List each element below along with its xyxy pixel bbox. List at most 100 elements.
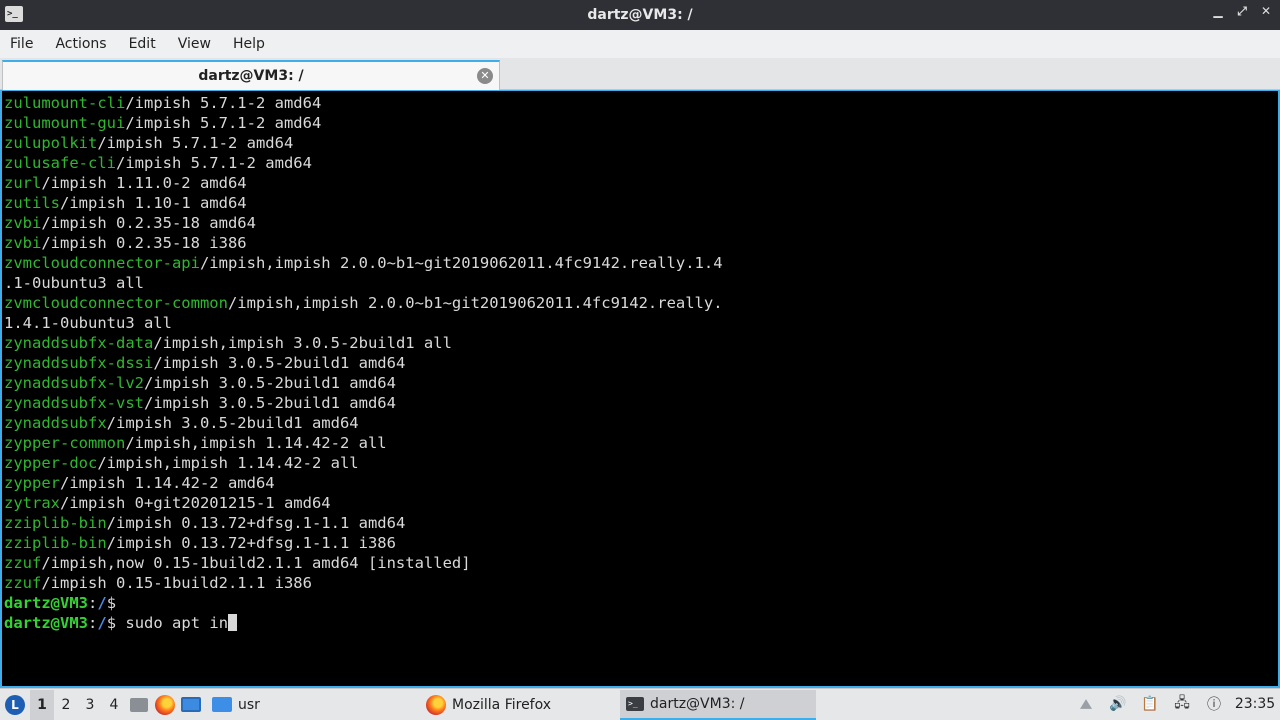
package-details: /impish 5.7.1-2 amd64 <box>97 134 294 152</box>
task-usr[interactable]: usr <box>206 690 396 720</box>
prompt-separator: : <box>88 614 98 632</box>
package-details: /impish 5.7.1-2 amd64 <box>115 154 312 172</box>
package-name: zynaddsubfx-dssi <box>4 354 154 372</box>
package-name: zvbi <box>4 234 42 252</box>
terminal-app-icon[interactable]: >_ <box>5 6 23 22</box>
package-details: /impish 0.13.72+dfsg.1-1.1 i386 <box>106 534 396 552</box>
window-titlebar[interactable]: >_ dartz@VM3: / ▁ ⤢ ✕ <box>0 0 1280 30</box>
terminal-line: zulumount-cli/impish 5.7.1-2 amd64 <box>4 93 1278 113</box>
package-name: zutils <box>4 194 60 212</box>
folder-icon <box>212 697 232 712</box>
package-name: zurl <box>4 174 42 192</box>
terminal-line: zypper-doc/impish,impish 1.14.42-2 all <box>4 453 1278 473</box>
workspace-4[interactable]: 4 <box>102 690 126 720</box>
lubuntu-logo-icon: L <box>5 694 25 715</box>
command-text[interactable]: sudo apt in <box>125 614 228 632</box>
package-name: zulupolkit <box>4 134 98 152</box>
prompt-line: dartz@VM3:/$ <box>4 593 1278 613</box>
package-name: zziplib-bin <box>4 514 107 532</box>
task-label: dartz@VM3: / <box>650 695 745 712</box>
package-details: /impish,impish 2.0.0~b1~git2019062011.4f… <box>199 254 723 272</box>
package-details: /impish 0.2.35-18 i386 <box>41 234 247 252</box>
window-controls: ▁ ⤢ ✕ <box>1210 4 1274 19</box>
terminal-line: zynaddsubfx-dssi/impish 3.0.5-2build1 am… <box>4 353 1278 373</box>
package-details: /impish 3.0.5-2build1 amd64 <box>143 394 396 412</box>
menu-edit[interactable]: Edit <box>129 36 166 52</box>
package-name: zvmcloudconnector-api <box>4 254 200 272</box>
package-details: /impish 0.15-1build2.1.1 i386 <box>41 574 312 592</box>
terminal-line: 1.4.1-0ubuntu3 all <box>4 313 1278 333</box>
clipboard-icon[interactable]: 📋 <box>1134 689 1166 719</box>
package-name: zzuf <box>4 554 42 572</box>
package-name: zvmcloudconnector-common <box>4 294 228 312</box>
terminal-line: zvbi/impish 0.2.35-18 amd64 <box>4 213 1278 233</box>
package-details: /impish,impish 1.14.42-2 all <box>125 434 387 452</box>
prompt-symbol: $ <box>106 594 117 612</box>
package-details: /impish,impish 2.0.0~b1~git2019062011.4f… <box>227 294 723 312</box>
package-details: /impish 3.0.5-2build1 amd64 <box>143 374 396 392</box>
terminal-line: zziplib-bin/impish 0.13.72+dfsg.1-1.1 i3… <box>4 533 1278 553</box>
terminal-line: zvmcloudconnector-common/impish,impish 2… <box>4 293 1278 313</box>
menu-view[interactable]: View <box>178 36 221 52</box>
tray-expand[interactable] <box>1070 689 1102 719</box>
terminal-line: zziplib-bin/impish 0.13.72+dfsg.1-1.1 am… <box>4 513 1278 533</box>
task-firefox[interactable]: Mozilla Firefox <box>420 690 610 720</box>
maximize-icon[interactable]: ⤢ <box>1234 4 1250 19</box>
terminal-line: zulupolkit/impish 5.7.1-2 amd64 <box>4 133 1278 153</box>
clock[interactable]: 23:35 <box>1230 696 1280 712</box>
package-name: zynaddsubfx-data <box>4 334 154 352</box>
close-icon[interactable]: ✕ <box>1258 4 1274 19</box>
terminal-line: zynaddsubfx-data/impish,impish 3.0.5-2bu… <box>4 333 1278 353</box>
terminal-line: zvmcloudconnector-api/impish,impish 2.0.… <box>4 253 1278 273</box>
tab-close-icon[interactable]: ✕ <box>477 68 493 84</box>
volume-icon[interactable]: 🔊 <box>1102 689 1134 719</box>
package-details: /impish 0+git20201215-1 amd64 <box>60 494 331 512</box>
network-icon[interactable]: 🖧 <box>1166 689 1198 719</box>
workspace-2[interactable]: 2 <box>54 690 78 720</box>
package-name: zypper-common <box>4 434 126 452</box>
workspace-1[interactable]: 1 <box>30 689 54 720</box>
package-details: 1.4.1-0ubuntu3 all <box>4 314 172 332</box>
file-manager-launcher[interactable] <box>126 690 152 720</box>
terminal-line: zynaddsubfx-lv2/impish 3.0.5-2build1 amd… <box>4 373 1278 393</box>
tab-strip: dartz@VM3: / ✕ <box>0 58 1280 90</box>
terminal-line: zutils/impish 1.10-1 amd64 <box>4 193 1278 213</box>
text-cursor <box>228 614 238 631</box>
terminal-icon: >_ <box>626 696 644 711</box>
menu-actions[interactable]: Actions <box>55 36 116 52</box>
firefox-icon <box>426 694 446 715</box>
package-name: zvbi <box>4 214 42 232</box>
task-label: usr <box>238 696 260 713</box>
terminal-line: zvbi/impish 0.2.35-18 i386 <box>4 233 1278 253</box>
minimize-icon[interactable]: ▁ <box>1210 4 1226 19</box>
file-manager-icon <box>130 697 148 712</box>
terminal-line: zzuf/impish 0.15-1build2.1.1 i386 <box>4 573 1278 593</box>
prompt-user: dartz@VM3 <box>4 614 88 632</box>
terminal-tab[interactable]: dartz@VM3: / ✕ <box>2 60 500 90</box>
terminal-line: zytrax/impish 0+git20201215-1 amd64 <box>4 493 1278 513</box>
task-terminal[interactable]: >_ dartz@VM3: / <box>620 689 816 720</box>
package-name: zynaddsubfx-lv2 <box>4 374 144 392</box>
package-name: zytrax <box>4 494 60 512</box>
terminal-line: zypper-common/impish,impish 1.14.42-2 al… <box>4 433 1278 453</box>
package-details: /impish 5.7.1-2 amd64 <box>125 94 322 112</box>
package-details: /impish 0.2.35-18 amd64 <box>41 214 256 232</box>
terminal-output[interactable]: zulumount-cli/impish 5.7.1-2 amd64 zulumo… <box>0 90 1280 688</box>
package-name: zynaddsubfx <box>4 414 107 432</box>
package-details: /impish 3.0.5-2build1 amd64 <box>153 354 406 372</box>
menu-file[interactable]: File <box>10 36 43 52</box>
terminal-line: zynaddsubfx/impish 3.0.5-2build1 amd64 <box>4 413 1278 433</box>
package-details: /impish 1.14.42-2 amd64 <box>60 474 275 492</box>
menu-help[interactable]: Help <box>233 36 275 52</box>
workspace-3[interactable]: 3 <box>78 690 102 720</box>
terminal-line: zypper/impish 1.14.42-2 amd64 <box>4 473 1278 493</box>
update-notifier-icon[interactable]: ⓘ <box>1198 689 1230 719</box>
start-menu-button[interactable]: L <box>0 690 30 720</box>
package-details: /impish 3.0.5-2build1 amd64 <box>106 414 359 432</box>
show-desktop-launcher[interactable] <box>178 690 204 720</box>
firefox-launcher[interactable] <box>152 690 178 720</box>
package-name: zulumount-cli <box>4 94 126 112</box>
tab-label: dartz@VM3: / <box>198 68 304 84</box>
package-name: zynaddsubfx-vst <box>4 394 144 412</box>
prompt-user: dartz@VM3 <box>4 594 88 612</box>
